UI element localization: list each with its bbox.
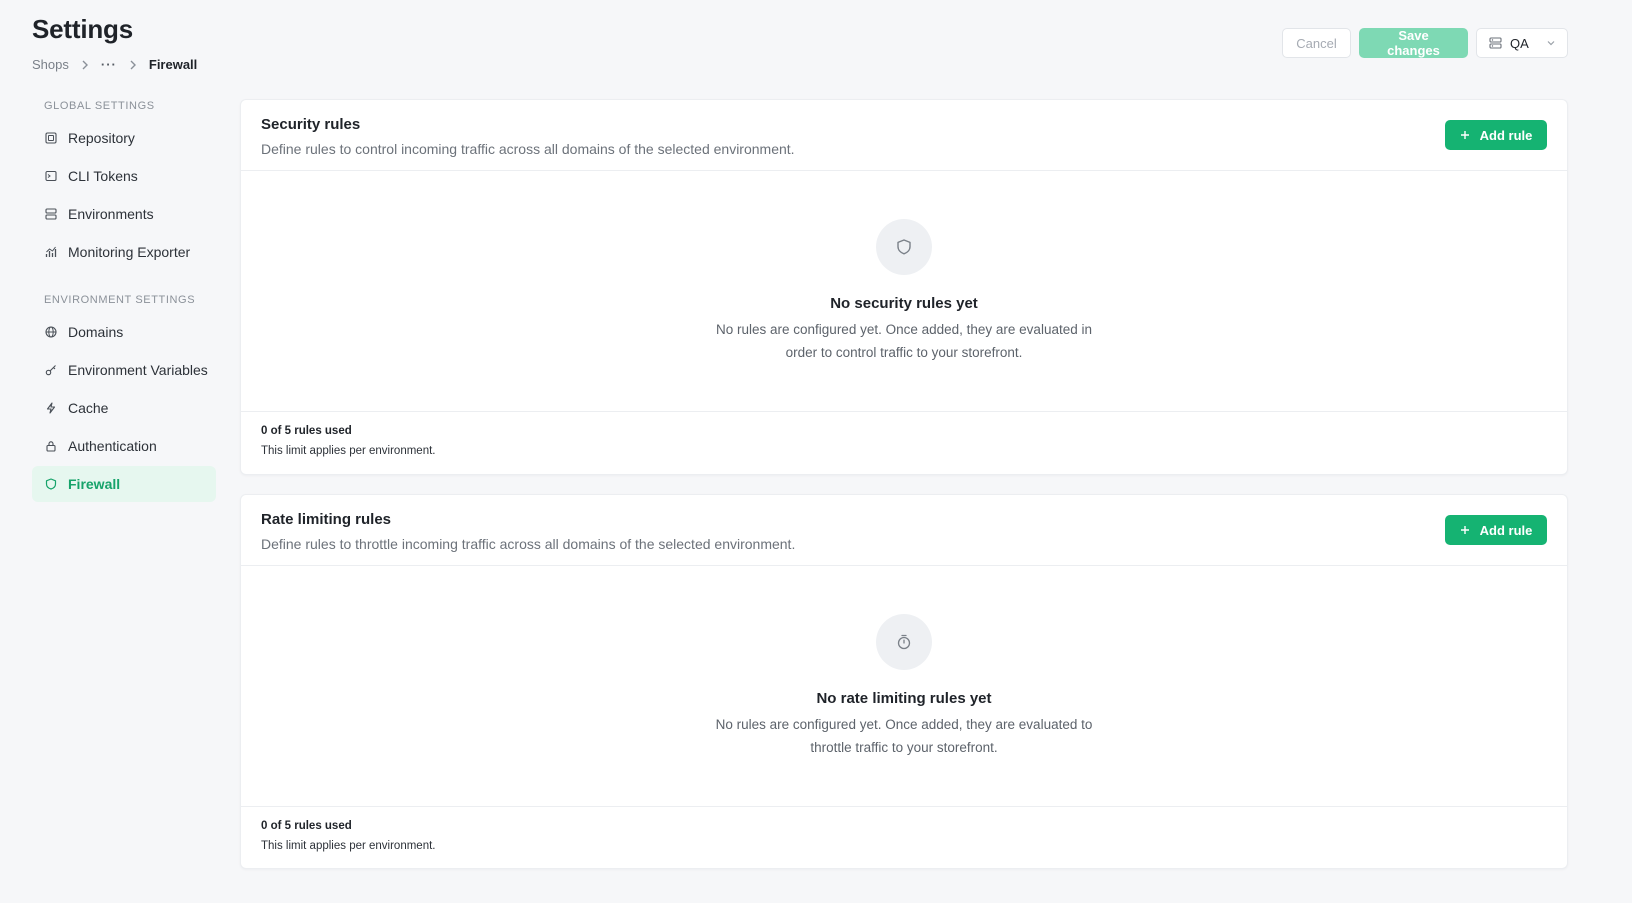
sidebar-item-label: Environments xyxy=(68,206,154,222)
sidebar-item-firewall[interactable]: Firewall xyxy=(32,466,216,502)
add-security-rule-button[interactable]: Add rule xyxy=(1445,120,1547,150)
rate-limiting-rules-title: Rate limiting rules xyxy=(261,511,392,528)
rate-limiting-rules-header: Rate limiting rules Define rules to thro… xyxy=(241,495,1567,566)
sidebar-item-environment-variables[interactable]: Environment Variables xyxy=(32,352,216,388)
breadcrumb-ellipsis[interactable]: ··· xyxy=(101,57,117,72)
sidebar-heading-environment: ENVIRONMENT SETTINGS xyxy=(44,294,196,306)
sidebar-item-authentication[interactable]: Authentication xyxy=(32,428,216,464)
plus-icon xyxy=(1460,525,1470,535)
breadcrumb: Shops ··· Firewall xyxy=(32,57,197,72)
sidebar-item-label: Domains xyxy=(68,324,124,340)
security-rules-footer: 0 of 5 rules used This limit applies per… xyxy=(241,412,1567,457)
empty-state-title: No rate limiting rules yet xyxy=(816,690,992,707)
breadcrumb-shops[interactable]: Shops xyxy=(32,57,69,72)
sidebar-item-label: Environment Variables xyxy=(68,362,208,378)
security-rules-description: Define rules to control incoming traffic… xyxy=(261,141,795,157)
sidebar-item-domains[interactable]: Domains xyxy=(32,314,216,350)
cancel-button[interactable]: Cancel xyxy=(1282,28,1351,58)
shield-icon xyxy=(44,477,58,491)
sidebar-item-label: CLI Tokens xyxy=(68,168,138,184)
environment-select[interactable]: QA xyxy=(1476,28,1568,58)
sidebar-item-label: Monitoring Exporter xyxy=(68,244,191,260)
rate-limiting-rules-empty-state: No rate limiting rules yet No rules are … xyxy=(241,566,1567,807)
rate-limiting-rules-description: Define rules to throttle incoming traffi… xyxy=(261,536,796,552)
sidebar-item-monitoring-exporter[interactable]: Monitoring Exporter xyxy=(32,234,216,270)
key-icon xyxy=(44,363,58,377)
sidebar-item-label: Repository xyxy=(68,130,135,146)
save-changes-button[interactable]: Save changes xyxy=(1359,28,1468,58)
empty-state-title: No security rules yet xyxy=(830,295,978,312)
globe-icon xyxy=(44,325,58,339)
rules-usage-note: This limit applies per environment. xyxy=(261,445,436,457)
add-rule-label: Add rule xyxy=(1479,522,1533,538)
chevron-right-icon xyxy=(129,60,137,70)
top-actions: Cancel Save changes QA xyxy=(1282,28,1568,58)
sidebar-item-environments[interactable]: Environments xyxy=(32,196,216,232)
sidebar-item-label: Authentication xyxy=(68,438,157,454)
plus-icon xyxy=(1460,130,1470,140)
sidebar: GLOBAL SETTINGS Repository CLI Tokens En… xyxy=(32,94,216,502)
security-rules-card: Security rules Define rules to control i… xyxy=(240,99,1568,475)
lock-icon xyxy=(44,439,58,453)
security-rules-empty-state: No security rules yet No rules are confi… xyxy=(241,171,1567,412)
server-icon xyxy=(44,207,58,221)
chevron-down-icon xyxy=(1547,40,1555,46)
rules-usage-count: 0 of 5 rules used xyxy=(261,820,352,832)
rate-limiting-rules-footer: 0 of 5 rules used This limit applies per… xyxy=(241,807,1567,852)
empty-state-text: No rules are configured yet. Once added,… xyxy=(715,717,1093,755)
shield-icon xyxy=(876,219,932,275)
breadcrumb-current: Firewall xyxy=(148,57,198,72)
sidebar-item-label: Cache xyxy=(68,400,109,416)
sidebar-item-label: Firewall xyxy=(68,476,121,492)
security-rules-header: Security rules Define rules to control i… xyxy=(241,100,1567,171)
environment-select-value: QA xyxy=(1510,35,1529,51)
chart-icon xyxy=(44,245,58,259)
add-rate-limiting-rule-button[interactable]: Add rule xyxy=(1445,515,1547,545)
repository-icon xyxy=(44,131,58,145)
add-rule-label: Add rule xyxy=(1479,127,1533,143)
server-icon xyxy=(1489,37,1502,49)
sidebar-heading-global: GLOBAL SETTINGS xyxy=(44,100,155,112)
security-rules-title: Security rules xyxy=(261,116,361,133)
sidebar-item-repository[interactable]: Repository xyxy=(32,120,216,156)
terminal-icon xyxy=(44,169,58,183)
sidebar-item-cache[interactable]: Cache xyxy=(32,390,216,426)
page-title: Settings xyxy=(32,14,133,44)
chevron-right-icon xyxy=(81,60,89,70)
sidebar-item-cli-tokens[interactable]: CLI Tokens xyxy=(32,158,216,194)
rules-usage-count: 0 of 5 rules used xyxy=(261,425,352,437)
rules-usage-note: This limit applies per environment. xyxy=(261,840,436,852)
timer-icon xyxy=(876,614,932,670)
rate-limiting-rules-card: Rate limiting rules Define rules to thro… xyxy=(240,494,1568,869)
lightning-icon xyxy=(44,401,58,415)
empty-state-text: No rules are configured yet. Once added,… xyxy=(716,322,1092,360)
